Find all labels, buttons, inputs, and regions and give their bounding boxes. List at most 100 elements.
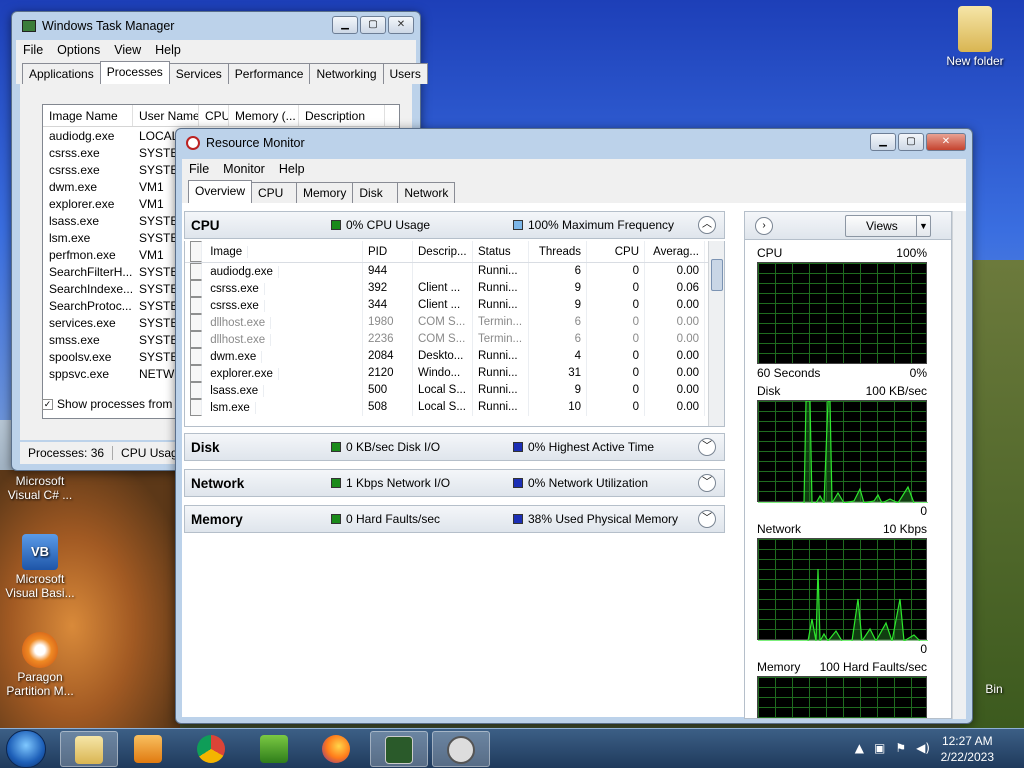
section-memory-header[interactable]: Memory 0 Hard Faults/sec 38% Used Physic… xyxy=(184,505,725,533)
average-cell: 0.00 xyxy=(645,263,705,280)
menu-help[interactable]: Help xyxy=(148,43,188,57)
status-cell: Termin... xyxy=(473,331,529,348)
row-checkbox[interactable] xyxy=(190,399,202,416)
column-cpu[interactable]: CPU xyxy=(199,105,229,126)
table-row[interactable]: lsm.exe 508 Local S... Runni... 10 0 0.00 xyxy=(185,399,724,416)
row-checkbox[interactable] xyxy=(190,348,202,365)
column-average[interactable]: Averag... xyxy=(645,241,705,262)
menu-file[interactable]: File xyxy=(182,162,216,176)
menu-monitor[interactable]: Monitor xyxy=(216,162,272,176)
table-row[interactable]: dllhost.exe 2236 COM S... Termin... 6 0 0.00 xyxy=(185,331,724,348)
table-row[interactable]: dwm.exe 2084 Deskto... Runni... 4 0 0.00 xyxy=(185,348,724,365)
graph-cpu-footer: 60 Seconds 0% xyxy=(757,366,927,380)
column-status[interactable]: Status xyxy=(473,241,529,262)
row-checkbox[interactable] xyxy=(190,331,202,348)
table-row[interactable]: lsass.exe 500 Local S... Runni... 9 0 0.00 xyxy=(185,382,724,399)
status-cell: Runni... xyxy=(473,263,529,280)
resource-monitor-window[interactable]: Resource Monitor ▁ ▢ ✕ File Monitor Help… xyxy=(175,128,973,724)
desktop-icon-recycle-bin[interactable]: Bin xyxy=(964,682,1024,696)
scroll-thumb[interactable] xyxy=(711,259,723,291)
menu-view[interactable]: View xyxy=(107,43,148,57)
tab-network[interactable]: Network xyxy=(397,182,456,203)
show-hidden-icons-icon[interactable]: ▲ xyxy=(855,741,864,755)
menu-help[interactable]: Help xyxy=(272,162,312,176)
column-description[interactable]: Descrip... xyxy=(413,241,473,262)
column-image[interactable]: Image xyxy=(185,241,363,262)
close-button[interactable]: ✕ xyxy=(388,16,414,34)
taskbar-chrome[interactable] xyxy=(183,731,241,767)
tab-processes[interactable]: Processes xyxy=(99,61,170,84)
taskbar-explorer[interactable] xyxy=(60,731,118,767)
chevron-up-icon[interactable]: ︿ xyxy=(698,216,716,234)
tab-disk[interactable]: Disk xyxy=(352,182,399,203)
table-row[interactable]: dllhost.exe 1980 COM S... Termin... 6 0 0.00 xyxy=(185,314,724,331)
cpu-rows: audiodg.exe 944 Runni... 6 0 0.00 csrss.exe 39… xyxy=(185,263,724,416)
section-network-header[interactable]: Network 1 Kbps Network I/O 0% Network Ut… xyxy=(184,469,725,497)
views-dropdown[interactable]: Views ▼ xyxy=(845,215,931,237)
row-checkbox[interactable] xyxy=(190,297,202,314)
table-row[interactable]: explorer.exe 2120 Windo... Runni... 31 0 0.00 xyxy=(185,365,724,382)
table-row[interactable]: csrss.exe 392 Client ... Runni... 9 0 0.06 xyxy=(185,280,724,297)
description-cell xyxy=(413,263,473,280)
show-all-processes-checkbox[interactable]: ✓ Show processes from all xyxy=(42,397,188,411)
chevron-right-icon[interactable]: › xyxy=(755,216,773,235)
section-cpu-header[interactable]: CPU 0% CPU Usage 100% Maximum Frequency … xyxy=(184,211,725,239)
desktop-icon-paragon[interactable]: Paragon Partition M... xyxy=(0,632,80,698)
tab-overview[interactable]: Overview xyxy=(188,180,253,203)
minimize-button[interactable]: ▁ xyxy=(870,133,896,151)
tab-performance[interactable]: Performance xyxy=(227,63,311,84)
chevron-down-icon[interactable]: ﹀ xyxy=(698,510,716,528)
tab-networking[interactable]: Networking xyxy=(309,63,384,84)
menu-file[interactable]: File xyxy=(16,43,50,57)
select-all-checkbox[interactable] xyxy=(190,241,202,262)
taskbar-media-player[interactable] xyxy=(120,731,178,767)
column-cpu[interactable]: CPU xyxy=(587,241,645,262)
start-button[interactable] xyxy=(6,730,46,768)
column-memory[interactable]: Memory (... xyxy=(229,105,299,126)
action-center-flag-icon[interactable]: ⚑ xyxy=(895,741,906,755)
network-icon[interactable]: ▣ xyxy=(874,741,885,755)
tab-applications[interactable]: Applications xyxy=(22,63,101,84)
graph-panel-scrollbar[interactable] xyxy=(952,211,966,719)
maximize-button[interactable]: ▢ xyxy=(360,16,386,34)
chevron-down-icon[interactable]: ﹀ xyxy=(698,474,716,492)
tab-services[interactable]: Services xyxy=(168,63,229,84)
table-row[interactable]: csrss.exe 344 Client ... Runni... 9 0 0.00 xyxy=(185,297,724,314)
minimize-button[interactable]: ▁ xyxy=(332,16,358,34)
tab-cpu[interactable]: CPU xyxy=(251,182,298,203)
checkbox[interactable]: ✓ xyxy=(42,398,53,410)
section-disk-header[interactable]: Disk 0 KB/sec Disk I/O 0% Highest Active… xyxy=(184,433,725,461)
desktop-icon-new-folder[interactable]: New folder xyxy=(935,6,1015,68)
desktop-icon-visual-csharp[interactable]: Microsoft Visual C# ... xyxy=(0,474,80,502)
network-io-swatch xyxy=(331,478,341,488)
row-checkbox[interactable] xyxy=(190,382,202,399)
maximize-button[interactable]: ▢ xyxy=(898,133,924,151)
column-user-name[interactable]: User Name xyxy=(133,105,199,126)
column-description[interactable]: Description xyxy=(299,105,385,126)
table-row[interactable]: audiodg.exe 944 Runni... 6 0 0.00 xyxy=(185,263,724,280)
row-checkbox[interactable] xyxy=(190,280,202,297)
menu-options[interactable]: Options xyxy=(50,43,107,57)
status-cell: Runni... xyxy=(473,348,529,365)
taskbar-firefox[interactable] xyxy=(308,731,366,767)
close-button[interactable]: ✕ xyxy=(926,133,966,151)
row-checkbox[interactable] xyxy=(190,263,202,280)
cpu-process-table[interactable]: Image PID Descrip... Status Threads CPU … xyxy=(184,241,725,427)
row-checkbox[interactable] xyxy=(190,314,202,331)
chevron-down-icon[interactable]: ﹀ xyxy=(698,438,716,456)
tab-memory[interactable]: Memory xyxy=(296,182,354,203)
row-checkbox[interactable] xyxy=(190,365,202,382)
column-image-name[interactable]: Image Name xyxy=(43,105,133,126)
column-threads[interactable]: Threads xyxy=(529,241,587,262)
graph-max: 10 Kbps xyxy=(882,522,927,536)
tab-users[interactable]: Users xyxy=(382,63,428,84)
column-pid[interactable]: PID xyxy=(363,241,413,262)
taskbar-resource-monitor[interactable] xyxy=(432,731,490,767)
desktop-icon-visual-basic[interactable]: VB Microsoft Visual Basi... xyxy=(0,534,80,600)
clock[interactable]: 12:27 AM 2/22/2023 xyxy=(941,733,994,765)
resource-monitor-titlebar[interactable]: Resource Monitor xyxy=(176,129,972,157)
cpu-table-scrollbar[interactable] xyxy=(708,241,724,426)
volume-icon[interactable]: ◀) xyxy=(916,741,930,755)
taskbar-visual-csharp[interactable] xyxy=(246,731,304,767)
taskbar-task-manager[interactable] xyxy=(370,731,428,767)
